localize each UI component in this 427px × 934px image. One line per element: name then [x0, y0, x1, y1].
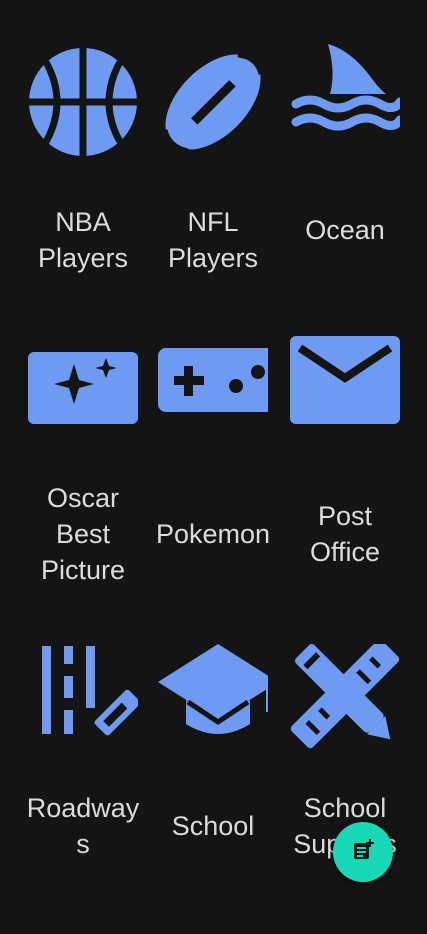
category-tile-roadways[interactable]: Roadway s: [12, 644, 154, 934]
graduation-cap-icon: [158, 644, 268, 764]
category-tile-nfl-players[interactable]: NFL Players: [142, 42, 284, 332]
category-label: Oscar Best Picture: [40, 483, 126, 585]
category-label: Ocean: [305, 215, 385, 245]
category-grid: NBA Players NFL Players Ocean Oscar Best…: [0, 0, 427, 900]
football-icon: [158, 42, 268, 162]
category-label: Pokemon: [155, 519, 271, 549]
category-tile-post-office[interactable]: Post Office: [274, 336, 416, 626]
basketball-icon: [28, 42, 138, 162]
road-pencil-icon: [28, 644, 138, 764]
envelope-icon: [290, 336, 400, 456]
category-label: Roadway s: [26, 793, 140, 859]
new-note-fab-button[interactable]: [333, 822, 393, 882]
category-tile-ocean[interactable]: Ocean: [274, 42, 416, 332]
category-label: Post Office: [309, 501, 381, 567]
clapperboard-icon: [28, 336, 138, 456]
category-tile-school[interactable]: School: [142, 644, 284, 934]
category-label: NBA Players: [37, 207, 129, 273]
shark-fin-waves-icon: [290, 42, 400, 162]
gamepad-icon: [158, 336, 268, 456]
category-tile-oscar-best-picture[interactable]: Oscar Best Picture: [12, 336, 154, 626]
category-tile-nba-players[interactable]: NBA Players: [12, 42, 154, 332]
category-label: School: [171, 811, 255, 841]
new-note-icon: [351, 838, 375, 867]
pencil-ruler-icon: [290, 644, 400, 764]
category-tile-school-supplies[interactable]: School Supplies: [274, 644, 416, 934]
category-label: NFL Players: [167, 207, 259, 273]
category-tile-pokemon[interactable]: Pokemon: [142, 336, 284, 626]
